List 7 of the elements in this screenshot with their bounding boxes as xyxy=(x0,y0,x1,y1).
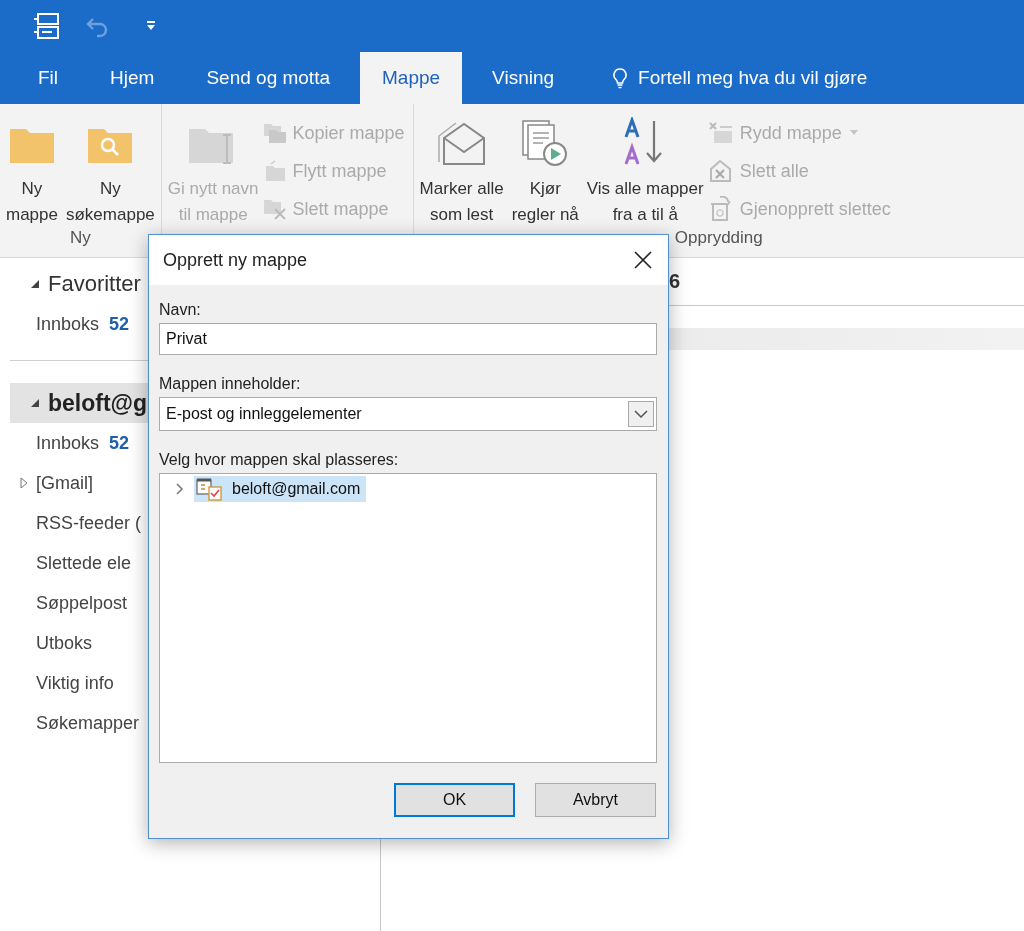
group-label: Opprydding xyxy=(674,228,763,249)
field-label: Mappen inneholder: xyxy=(159,375,302,393)
column-header: 6 xyxy=(669,270,681,293)
field-label: Velg hvor mappen skal plasseres: xyxy=(159,451,400,469)
field-label: Navn: xyxy=(159,301,202,319)
group-label: Ny xyxy=(70,228,91,249)
dialog-title: Opprett ny mappe xyxy=(163,249,308,271)
